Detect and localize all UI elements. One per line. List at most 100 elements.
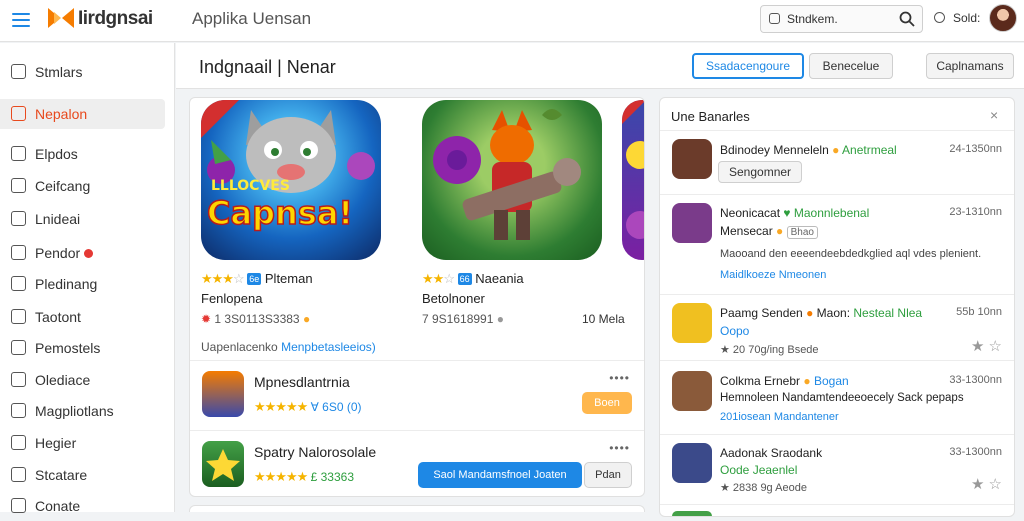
logo-icon — [48, 6, 74, 30]
notification-link[interactable]: Maidlkoeze Nmeonen — [720, 269, 826, 281]
status-icon — [934, 12, 945, 23]
notification-item[interactable]: Aadonak Sraodank 33-1300nn Oode Jeaenlel… — [660, 434, 1014, 504]
sidebar-item-label: Stmlars — [35, 64, 83, 80]
notification-item[interactable] — [660, 504, 1014, 516]
fox-warrior-icon — [433, 109, 581, 240]
notification-item[interactable]: Paamg Senden ● Maon: Nesteal Nlea 55b 10… — [660, 294, 1014, 360]
sidebar-item-label: Magpliotlans — [35, 403, 114, 419]
settings-icon — [11, 178, 26, 193]
notification-footer: ★ 20 70g/ing Bsede — [720, 344, 819, 356]
notification-description: Maooand den eeeendeebdedkglied aql vdes … — [720, 248, 982, 260]
notification-item[interactable]: Neonicacat ♥ Maonnlebenal 23-1310nn Mens… — [660, 194, 1014, 294]
favorite-star-icon[interactable]: ★ ☆ — [971, 337, 1002, 355]
notification-time: 23-1310nn — [949, 206, 1002, 218]
notification-time: 55b 10nn — [956, 306, 1002, 318]
game-thumbnail-icon — [672, 443, 712, 483]
favorite-star-icon[interactable]: ★ ☆ — [971, 475, 1002, 493]
rating-stars-empty: ☆ — [232, 271, 245, 286]
featured-2-right-label: 10 Mela — [582, 312, 625, 326]
status-label: Sold: — [953, 11, 981, 25]
age-badge: 6e — [247, 273, 262, 285]
featured-game-tile-3[interactable] — [622, 100, 644, 260]
sidebar-item-label: Lnideai — [35, 211, 81, 227]
close-icon[interactable]: × — [990, 107, 998, 123]
emoji-icon: ● — [302, 312, 311, 326]
list-item[interactable]: Spatry Nalorosolale ★★★★★ £ 33363 •••• S… — [190, 430, 644, 496]
featured-footer-label: Uapenlacenko — [201, 340, 278, 354]
featured-1-subtitle: Fenlopena — [201, 291, 263, 306]
hamburger-menu-icon[interactable] — [10, 8, 34, 32]
sidebar-item-9[interactable]: Olediace — [0, 365, 165, 395]
game-art-icon — [622, 100, 644, 239]
sidebar-item-4[interactable]: Lnideai — [0, 204, 165, 234]
sidebar-item-label: Hegier — [35, 435, 77, 451]
sidebar-item-3[interactable]: Ceifcang — [0, 171, 165, 201]
grid-icon — [11, 106, 26, 121]
primary-action-button[interactable]: Ssadacengoure — [692, 53, 804, 79]
sidebar-item-5[interactable]: Pendor — [0, 238, 165, 268]
pin-icon — [11, 245, 26, 260]
sidebar-item-label: Pemostels — [35, 340, 101, 356]
next-card-edge — [189, 505, 645, 512]
featured-2-name: Naeania — [475, 271, 524, 286]
avatar[interactable] — [989, 4, 1017, 32]
featured-footer-link[interactable]: Menpbetasleeios) — [281, 340, 376, 354]
list-item[interactable]: Mpnesdlantrnia ★★★★★ ∀ 6S0 (0) •••• Boen — [190, 360, 644, 426]
notification-description: Hemnoleen Nandamtendeeoecely Sack pepaps — [720, 392, 964, 404]
notification-subtitle: Oode Jeaenlel — [720, 463, 798, 477]
search-icon[interactable] — [899, 11, 915, 27]
panel-title: Une Banarles — [671, 109, 750, 124]
lock-icon — [11, 498, 26, 513]
plan-button[interactable]: Pdan — [584, 462, 632, 488]
sidebar-item-label: Stcatare — [35, 467, 88, 483]
sidebar-item-7[interactable]: Taotont — [0, 302, 165, 332]
notifications-panel: Une Banarles × Bdinodey Menneleln ● Anet… — [659, 97, 1015, 517]
sidebar-item-13[interactable]: Conate — [0, 491, 165, 521]
notification-subtitle: Oopo — [720, 324, 750, 338]
sidebar-item-12[interactable]: Stcatare — [0, 460, 165, 490]
list-item-title: Mpnesdlantrnia — [254, 374, 350, 390]
sidebar-item-label: Elpdos — [35, 146, 78, 162]
sidebar-item-label: Nepalon — [35, 106, 88, 122]
notification-item[interactable]: Colkma Ernebr ● Bogan 33-1300nn Hemnolee… — [660, 360, 1014, 434]
featured-game-tile-2[interactable] — [422, 100, 602, 260]
more-options-icon[interactable]: •••• — [609, 441, 630, 455]
sidebar-item-label: Pendor — [35, 245, 81, 261]
sidebar-item-label: Taotont — [35, 309, 81, 325]
search-input[interactable]: Stndkem. — [760, 5, 923, 33]
notification-item[interactable]: Bdinodey Menneleln ● Anetrmeal 24-1350nn… — [660, 130, 1014, 194]
logo-text: Iirdgnsai — [78, 8, 153, 29]
list-item-rating: ★★★★★ £ 33363 — [254, 469, 354, 485]
featured-footer: Uapenlacenko Menpbetasleeios) — [201, 340, 376, 354]
notification-time: 33-1300nn — [949, 374, 1002, 386]
featured-2-stat-value: 7 9S1618991 — [422, 312, 494, 326]
sidebar-item-label: Pledinang — [35, 276, 98, 292]
robot-game-icon — [202, 371, 244, 417]
notification-link[interactable]: 201iosean Mandantener — [720, 411, 839, 423]
age-badge: 66 — [457, 273, 472, 285]
open-button[interactable]: Boen — [582, 392, 632, 414]
install-button[interactable]: Saol Mandamsfnoel Joaten — [418, 462, 582, 488]
sidebar-item-2[interactable]: Elpdos — [0, 139, 165, 169]
sidebar-item-label: Olediace — [35, 372, 91, 388]
sidebar-item-10[interactable]: Magpliotlans — [0, 396, 165, 426]
featured-1-name: Plteman — [264, 271, 313, 286]
sidebar-item-0[interactable]: Stmlars — [0, 57, 165, 87]
sidebar-item-6[interactable]: Pledinang — [0, 269, 165, 299]
send-icon — [11, 309, 26, 324]
notification-title: Paamg Senden ● Maon: Nesteal Nlea — [720, 306, 923, 320]
sidebar-item-1[interactable]: Nepalon — [0, 99, 165, 129]
more-options-icon[interactable]: •••• — [609, 371, 630, 385]
table-icon — [11, 276, 26, 291]
list-item-rating: ★★★★★ ∀ 6S0 (0) — [254, 399, 362, 415]
chart-icon — [11, 403, 26, 418]
sidebar-item-11[interactable]: Hegier — [0, 428, 165, 458]
document-icon — [11, 146, 26, 161]
tertiary-action-button[interactable]: Caplnamans — [926, 53, 1014, 79]
calendar-icon — [11, 435, 26, 450]
sidebar-item-8[interactable]: Pemostels — [0, 333, 165, 363]
notification-action-button[interactable]: Sengomner — [718, 161, 803, 183]
featured-game-tile-1[interactable]: LLLOCVES Capnsa! — [201, 100, 381, 260]
featured-1-rating: ★★★☆ 6e Plteman — [201, 271, 313, 287]
secondary-action-button[interactable]: Benecelue — [809, 53, 893, 79]
